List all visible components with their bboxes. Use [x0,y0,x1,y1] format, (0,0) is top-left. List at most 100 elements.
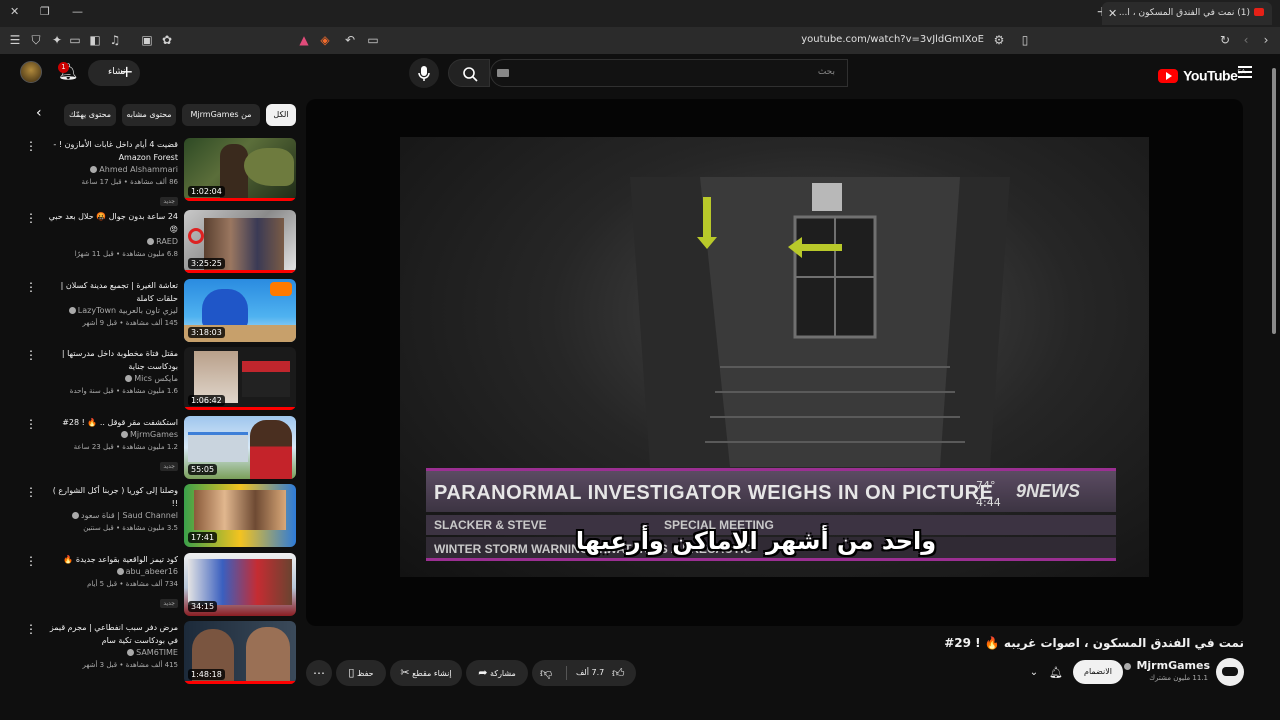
more-options-icon[interactable]: ⋮ [24,138,38,154]
rec-title[interactable]: 24 ساعة بدون جوال 🤬 حلال بعد حبي 😡 [44,210,178,236]
new-badge: جديد [160,462,178,471]
video-thumbnail[interactable]: 17:41 [184,484,296,547]
bookmark-icon[interactable]: ▯ [1018,33,1032,47]
channel-avatar[interactable] [1216,658,1244,686]
more-options-icon[interactable]: ⋮ [24,416,38,432]
channel-name[interactable]: MjrmGames [1120,659,1210,672]
screenshot-icon[interactable]: ▣ [140,33,154,47]
close-window-icon[interactable]: ✕ [10,5,19,18]
video-thumbnail[interactable]: 1:48:18 [184,621,296,684]
list-item[interactable]: ⋮ كود تيمز الواقعية بقواعد جديدة 🔥 abu_a… [24,553,296,617]
site-settings-icon[interactable]: ⚙ [992,33,1006,47]
rec-channel[interactable]: RAED [44,236,178,248]
reload-icon[interactable]: ↻ [1218,33,1232,47]
rec-meta: 3.5 مليون مشاهدة • قبل سنتين [83,524,178,532]
brave-shield-icon[interactable]: ◈ [318,33,332,47]
channel-name-text: MjrmGames [1136,659,1210,672]
share-page-icon[interactable]: ↶ [343,33,357,47]
keyboard-icon[interactable] [497,69,509,77]
rec-channel[interactable]: MjrmGames [44,429,178,441]
ticker-left: SLACKER & STEVE [434,518,547,532]
more-options-icon[interactable]: ⋮ [24,279,38,295]
rec-title[interactable]: مقتل فتاة مخطوبة داخل مدرستها | بودكاست … [44,347,178,373]
rec-info: مرض دفر سبب انفطاعي | مجرم قيمز في بودكا… [44,621,178,671]
thumb-person [250,420,292,479]
maximize-window-icon[interactable]: ❐ [40,5,50,18]
youtube-logo[interactable]: YouTubeSA [1158,65,1245,84]
list-item[interactable]: ⋮ مقتل فتاة مخطوبة داخل مدرستها | بودكاس… [24,347,296,411]
scrollbar-thumb[interactable] [1272,68,1276,334]
extensions-icon[interactable]: ✦ [50,33,64,47]
chevron-left-icon[interactable]: ‹ [36,105,42,121]
guide-menu-icon[interactable] [1238,66,1252,78]
more-options-icon[interactable]: ⋮ [24,621,38,637]
video-player[interactable]: PARANORMAL INVESTIGATOR WEIGHS IN ON PIC… [306,99,1243,626]
chip-from-channel[interactable]: من MjrmGames [182,104,260,126]
minimize-window-icon[interactable]: — [72,5,83,18]
list-item[interactable]: ⋮ استكشفت مقر قوقل .. 🔥 ! 28# MjrmGames … [24,416,296,480]
rec-channel[interactable]: مايكس Mics [44,373,178,385]
dislike-icon[interactable]: 👎︎ [540,660,552,686]
chip-related[interactable]: محتوى يهمّك [64,104,116,126]
rec-title[interactable]: وصلنا إلى كوريا ( جربنا أكل الشوارع ) !! [44,484,178,510]
rec-title[interactable]: قضيت 4 أيام داخل غابات الأمازون ! - Amaz… [44,138,178,164]
rec-channel[interactable]: Ahmed Alshammari [44,164,178,176]
sidebar-icon[interactable]: ◧ [88,33,102,47]
search-input[interactable]: بحث [490,59,848,87]
rec-channel[interactable]: abu_abeer16 [44,566,178,578]
save-button[interactable]: حفظ ▯ [336,660,386,686]
puzzle-icon[interactable]: ✿ [160,33,174,47]
list-item[interactable]: ⋮ قضيت 4 أيام داخل غابات الأمازون ! - Am… [24,138,296,206]
create-button[interactable]: + إنشاء [88,60,140,86]
browser-tab[interactable]: (1) نمت في الفندق المسكون ، ا... ✕ [1102,2,1272,25]
more-actions-button[interactable]: ⋯ [306,660,332,686]
close-tab-icon[interactable]: ✕ [1108,7,1117,20]
video-thumbnail[interactable]: 3:25:25 [184,210,296,273]
rec-title[interactable]: مرض دفر سبب انفطاعي | مجرم قيمز في بودكا… [44,621,178,647]
notifications-toggle-icon[interactable]: 🔔︎ [1046,660,1066,686]
chip-all[interactable]: الكل [266,104,296,126]
more-options-icon[interactable]: ⋮ [24,347,38,363]
video-thumbnail[interactable]: 34:15 [184,553,296,616]
voice-search-button[interactable] [409,58,439,88]
youtube-play-icon [1158,68,1178,83]
rec-title[interactable]: تعاشة الغيرة | تجميع مدينة كسلان | حلقات… [44,279,178,305]
account-avatar[interactable] [20,61,42,83]
list-item[interactable]: ⋮ مرض دفر سبب انفطاعي | مجرم قيمز في بود… [24,621,296,685]
video-thumbnail[interactable]: 1:02:04 [184,138,296,201]
more-options-icon[interactable]: ⋮ [24,553,38,569]
share-button[interactable]: مشاركة ➦ [466,660,528,686]
menu-icon[interactable]: ☰ [8,33,22,47]
rec-info: قضيت 4 أيام داخل غابات الأمازون ! - Amaz… [44,138,178,207]
tabs-icon[interactable]: ▭ [68,33,82,47]
address-bar[interactable]: youtube.com/watch?v=3vJldGmIXoE [520,34,984,45]
back-icon[interactable]: ‹ [1239,33,1253,47]
chip-similar[interactable]: محتوى مشابه [122,104,176,126]
page-scrollbar[interactable] [1270,58,1278,688]
video-thumbnail[interactable]: 55:05 [184,416,296,479]
search-button[interactable] [448,59,490,87]
clip-button[interactable]: إنشاء مقطع ✂ [390,660,462,686]
shield-icon[interactable]: ⛉ [29,33,43,47]
video-thumbnail[interactable]: 3:18:03 [184,279,296,342]
rewards-icon[interactable]: ▲ [297,33,311,47]
join-button[interactable]: الانضمام [1073,660,1123,684]
rec-title[interactable]: استكشفت مقر قوقل .. 🔥 ! 28# [44,416,178,429]
share-icon: ➦ [478,666,488,679]
watch-progress [184,198,296,201]
more-options-icon[interactable]: ⋮ [24,484,38,500]
list-item[interactable]: ⋮ وصلنا إلى كوريا ( جربنا أكل الشوارع ) … [24,484,296,548]
forward-icon[interactable]: › [1259,33,1273,47]
rec-channel[interactable]: SAM6TIME [44,647,178,659]
rec-title[interactable]: كود تيمز الواقعية بقواعد جديدة 🔥 [44,553,178,566]
music-icon[interactable]: ♫ [108,33,122,47]
video-thumbnail[interactable]: 1:06:42 [184,347,296,410]
list-item[interactable]: ⋮ تعاشة الغيرة | تجميع مدينة كسلان | حلق… [24,279,296,343]
more-options-icon[interactable]: ⋮ [24,210,38,226]
list-item[interactable]: ⋮ 24 ساعة بدون جوال 🤬 حلال بعد حبي 😡 RAE… [24,210,296,274]
cast-icon[interactable]: ▭ [366,33,380,47]
like-icon[interactable]: 👍︎ [612,660,625,686]
chevron-down-icon[interactable]: ⌄ [1024,660,1044,686]
rec-channel[interactable]: Saud Channel | قناة سعود [44,510,178,522]
rec-channel[interactable]: ليزي تاون بالعربية LazyTown [44,305,178,317]
